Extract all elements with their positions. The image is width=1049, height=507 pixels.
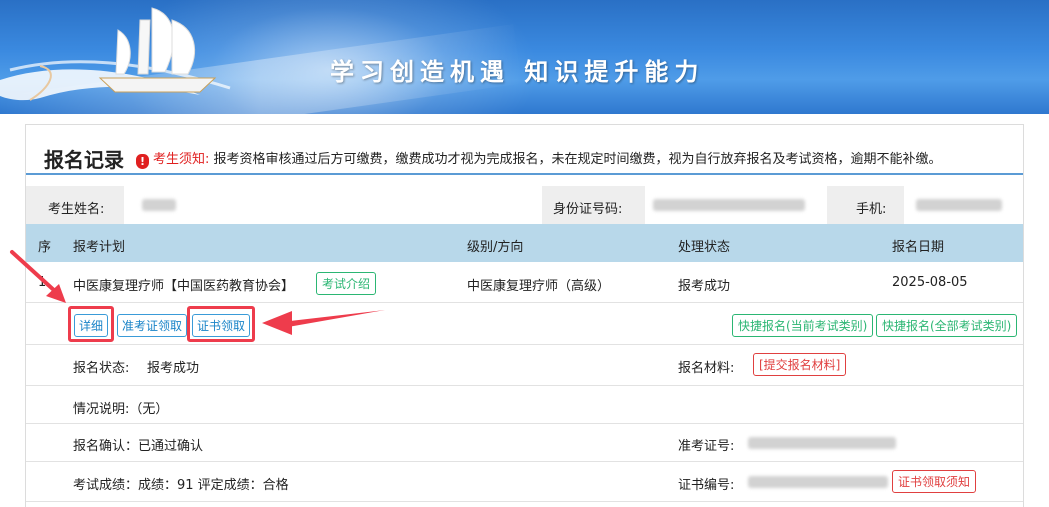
col-date: 报名日期 bbox=[892, 240, 945, 255]
phone-value bbox=[904, 186, 1023, 224]
col-status: 处理状态 bbox=[678, 240, 731, 255]
sailing-ship-logo bbox=[0, 7, 231, 101]
header-banner: 学习创造机遇 知识提升能力 bbox=[0, 0, 1049, 114]
col-index: 序 bbox=[38, 240, 52, 255]
id-value bbox=[645, 186, 827, 224]
banner-slogan: 学习创造机遇 知识提升能力 bbox=[330, 57, 705, 86]
row-level: 中医康复理疗师（高级） bbox=[467, 279, 611, 294]
exam-notice: ! 考生须知: 报考资格审核通过后方可缴费，缴费成功才视为完成报名，未在规定时间缴… bbox=[136, 148, 942, 169]
admission-ticket-button[interactable]: 准考证领取 bbox=[117, 314, 188, 337]
admission-no-label: 准考证号: bbox=[678, 439, 735, 454]
notice-text: 报考资格审核通过后方可缴费，缴费成功才视为完成报名，未在规定时间缴费，视为自行放… bbox=[213, 152, 942, 167]
certificate-button[interactable]: 证书领取 bbox=[192, 314, 251, 337]
candidate-info-row: 考生姓名: 身份证号码: 手机: bbox=[26, 186, 1023, 224]
id-label: 身份证号码: bbox=[553, 202, 623, 217]
col-plan: 报考计划 bbox=[73, 240, 126, 255]
detail-button[interactable]: 详细 bbox=[74, 314, 109, 337]
row-index: 1 bbox=[38, 275, 47, 290]
col-level: 级别/方向 bbox=[467, 240, 524, 255]
admission-no-value bbox=[748, 437, 896, 449]
alert-icon: ! bbox=[136, 154, 149, 169]
exam-intro-button[interactable]: 考试介绍 bbox=[316, 272, 377, 295]
score-text: 考试成绩：成绩：91 评定成绩：合格 bbox=[73, 478, 289, 493]
registration-panel: 报名记录 ! 考生须知: 报考资格审核通过后方可缴费，缴费成功才视为完成报名，未在… bbox=[25, 124, 1024, 507]
cert-no-label: 证书编号: bbox=[678, 478, 735, 493]
actions-row: 详细 准考证领取 证书领取 快捷报名(当前考试类别) 快捷报名(全部考试类别) bbox=[26, 303, 1023, 345]
confirm-text: 报名确认：已通过确认 bbox=[73, 439, 204, 454]
table-header: 序 报考计划 级别/方向 处理状态 报名日期 bbox=[26, 224, 1023, 262]
quick-register-current-button[interactable]: 快捷报名(当前考试类别) bbox=[732, 314, 874, 337]
row-plan: 中医康复理疗师【中国医药教育协会】 bbox=[73, 279, 295, 294]
name-label: 考生姓名: bbox=[48, 202, 105, 217]
page-title: 报名记录 bbox=[44, 148, 124, 172]
cert-no-value bbox=[748, 476, 888, 488]
table-row: 1 中医康复理疗师【中国医药教育协会】 考试介绍 中医康复理疗师（高级） 报考成… bbox=[26, 262, 1023, 303]
phone-label: 手机: bbox=[856, 202, 887, 217]
panel-title-row: 报名记录 ! 考生须知: 报考资格审核通过后方可缴费，缴费成功才视为完成报名，未在… bbox=[26, 125, 1023, 175]
situation-text: 情况说明:（无） bbox=[73, 402, 169, 417]
status-value: 报考成功 bbox=[147, 361, 200, 376]
name-value bbox=[124, 186, 542, 224]
situation-row: 情况说明:（无） bbox=[26, 386, 1023, 424]
row-date: 2025-08-05 bbox=[892, 275, 968, 290]
row-status: 报考成功 bbox=[678, 279, 731, 294]
status-row: 报名状态: 报考成功 报名材料: [提交报名材料] bbox=[26, 345, 1023, 386]
material-label: 报名材料: bbox=[678, 361, 735, 376]
confirm-row: 报名确认：已通过确认 准考证号: bbox=[26, 424, 1023, 462]
submit-material-button[interactable]: [提交报名材料] bbox=[753, 353, 847, 376]
quick-register-all-button[interactable]: 快捷报名(全部考试类别) bbox=[876, 314, 1018, 337]
score-row: 考试成绩：成绩：91 评定成绩：合格 证书编号: 证书领取须知 bbox=[26, 462, 1023, 502]
status-label: 报名状态: bbox=[73, 361, 130, 376]
notice-label: 考生须知: bbox=[153, 152, 210, 167]
cert-notice-button[interactable]: 证书领取须知 bbox=[892, 470, 977, 493]
